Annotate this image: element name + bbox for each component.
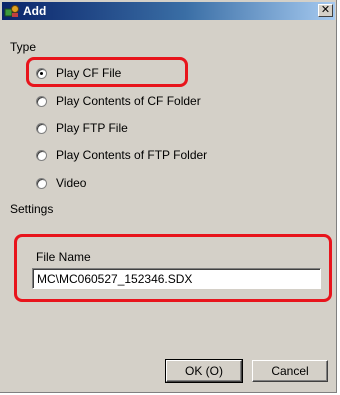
ok-button[interactable]: OK (O) [165,359,243,383]
radio-play-ftp-file[interactable]: Play FTP File [36,121,128,135]
highlight-file-name [14,234,332,302]
type-label: Type [10,40,37,54]
cancel-button[interactable]: Cancel [252,360,328,382]
app-icon [4,4,20,18]
radio-play-contents-ftp-folder[interactable]: Play Contents of FTP Folder [36,148,207,162]
radio-label: Play Contents of FTP Folder [56,148,208,162]
radio-label: Video [56,176,87,190]
radio-button[interactable] [36,177,47,189]
close-button[interactable]: ✕ [318,4,333,17]
highlight-play-cf-file [26,57,188,87]
radio-label: Play FTP File [56,121,128,135]
close-icon: ✕ [320,4,331,16]
add-dialog: Add ✕ Type Play CF File Play Contents of… [0,0,337,393]
radio-button[interactable] [36,122,47,134]
settings-label: Settings [10,202,54,216]
radio-video[interactable]: Video [36,176,86,190]
radio-play-contents-cf-folder[interactable]: Play Contents of CF Folder [36,94,201,108]
title-bar[interactable]: Add ✕ [2,2,335,20]
radio-button[interactable] [36,95,47,107]
radio-label: Play Contents of CF Folder [56,94,201,108]
radio-button[interactable] [36,149,47,161]
window-title: Add [23,4,47,18]
